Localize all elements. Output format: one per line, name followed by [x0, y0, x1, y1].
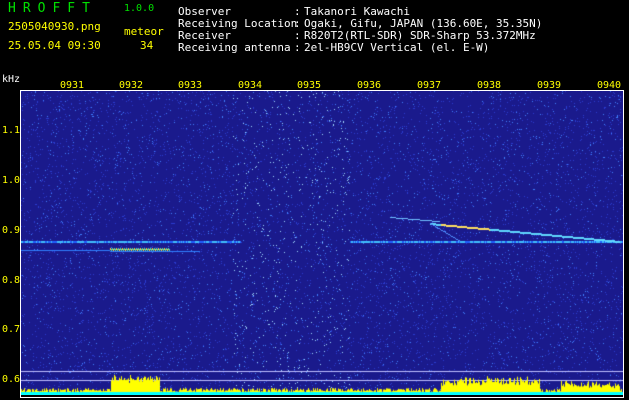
unit-label: kHz: [2, 74, 21, 85]
y-tick: 0.8: [2, 275, 21, 286]
y-tick: 1.0: [2, 175, 21, 186]
info-key: Receiving antenna: [178, 41, 291, 54]
y-tick: 0.7: [2, 324, 21, 335]
info-value: 2el-HB9CV Vertical (el. E-W): [304, 41, 490, 54]
meteor-count: 34: [140, 39, 154, 52]
spectrogram-canvas: [20, 90, 624, 395]
datetime-label: 25.05.04 09:30: [8, 39, 101, 52]
app-version: 1.0.0: [124, 3, 155, 14]
info-row-antenna: Receiving antenna:2el-HB9CV Vertical (el…: [178, 41, 489, 54]
meteor-label: meteor: [124, 25, 164, 38]
y-tick: 0.6: [2, 374, 21, 385]
app-title: HROFFT: [8, 1, 97, 16]
y-tick: 1.1: [2, 125, 21, 136]
info-sep: :: [294, 41, 301, 54]
y-tick: 0.9: [2, 225, 21, 236]
filename-label: 2505040930.png: [8, 20, 101, 33]
